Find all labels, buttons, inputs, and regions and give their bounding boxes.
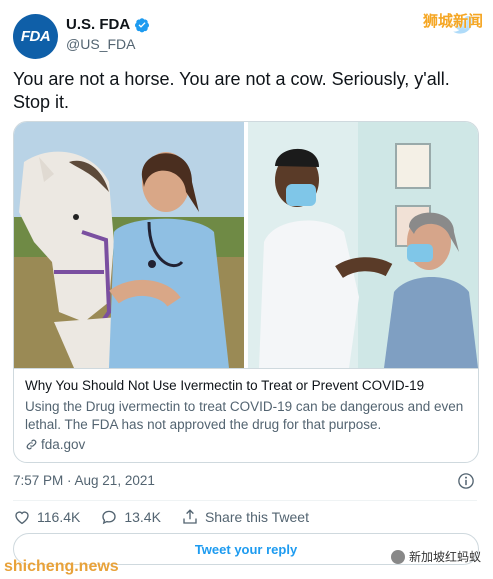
tweet-meta: 7:57 PM · Aug 21, 2021	[13, 472, 477, 492]
card-description: Using the Drug ivermectin to treat COVID…	[25, 399, 464, 432]
card-domain-text[interactable]: fda.gov	[41, 437, 85, 452]
share-label: Share this Tweet	[204, 509, 309, 525]
account-name-row[interactable]: U.S. FDA	[66, 16, 150, 33]
tweet-actions: 116.4K 13.4K Share this Tweet	[13, 507, 329, 527]
speech-bubble-icon	[102, 510, 117, 525]
bottom-right-watermark: 新加坡红蚂蚁	[390, 548, 481, 565]
info-icon[interactable]	[457, 472, 475, 490]
avatar-logo-text: FDA	[20, 28, 51, 45]
share-button[interactable]: Share this Tweet	[181, 508, 309, 526]
wechat-icon	[390, 549, 405, 564]
tweet-text: You are not a horse. You are not a cow. …	[13, 69, 450, 112]
tweet-timestamp[interactable]: 7:57 PM · Aug 21, 2021	[13, 473, 155, 488]
verified-badge-icon	[135, 17, 150, 32]
tweet-container: FDA U.S. FDA @US_FDA 狮城新闻 You are not a …	[0, 0, 493, 579]
like-count: 116.4K	[37, 509, 81, 525]
card-image-illustration	[14, 122, 478, 368]
share-icon	[183, 509, 197, 524]
account-handle[interactable]: @US_FDA	[66, 36, 135, 52]
account-name[interactable]: U.S. FDA	[66, 16, 130, 33]
top-watermark: 狮城新闻	[422, 13, 483, 30]
bottom-right-watermark-text: 新加坡红蚂蚁	[408, 550, 481, 564]
reply-count: 13.4K	[124, 509, 161, 525]
image-divider	[244, 122, 248, 368]
card-body[interactable]: Why You Should Not Use Ivermectin to Tre…	[14, 368, 478, 462]
reply-action-button[interactable]: 13.4K	[100, 508, 161, 526]
like-button[interactable]: 116.4K	[13, 508, 80, 526]
link-card[interactable]: Why You Should Not Use Ivermectin to Tre…	[13, 121, 479, 463]
card-title[interactable]: Why You Should Not Use Ivermectin to Tre…	[25, 378, 465, 393]
bottom-left-watermark: shicheng.news	[4, 558, 119, 575]
avatar[interactable]: FDA	[13, 14, 58, 59]
card-image[interactable]	[14, 122, 478, 368]
card-domain[interactable]: fda.gov	[25, 437, 85, 452]
divider	[13, 500, 477, 501]
link-icon	[26, 439, 37, 450]
wall-chart	[395, 143, 431, 189]
heart-icon	[15, 511, 29, 525]
